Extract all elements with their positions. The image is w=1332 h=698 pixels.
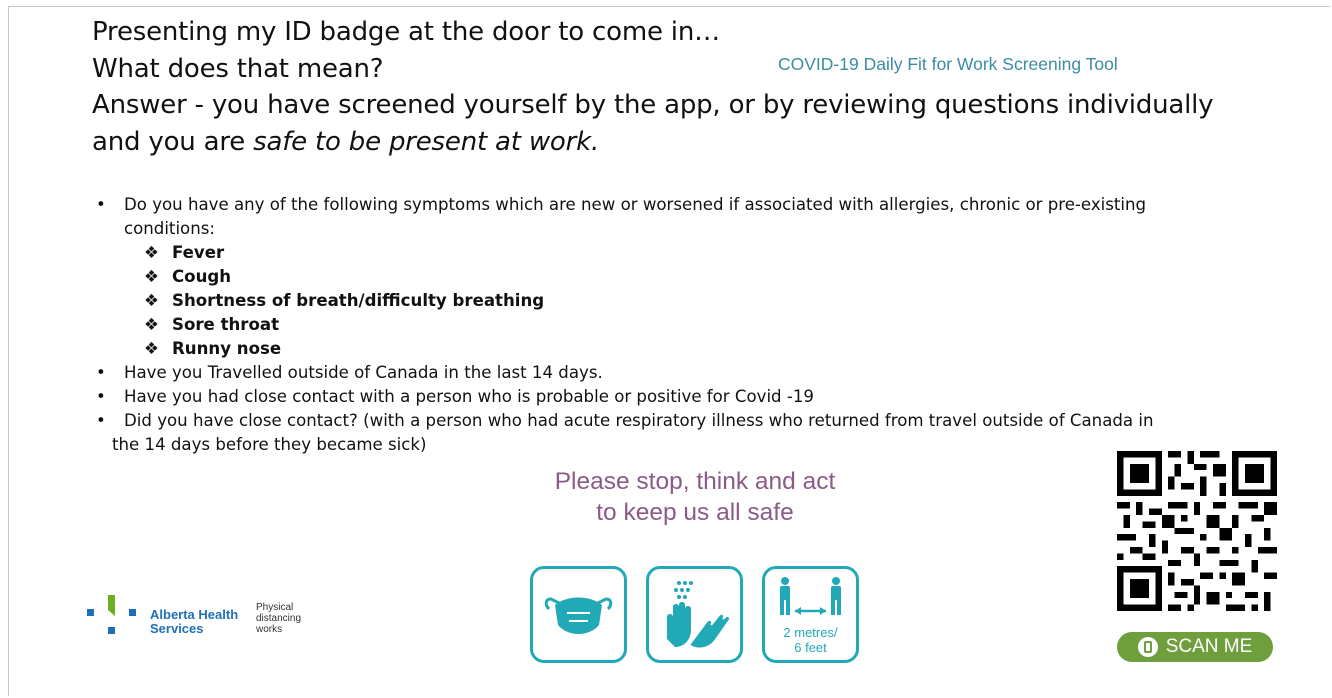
- question-text: Have you had close contact with a person…: [124, 387, 814, 406]
- bullet: •: [96, 387, 106, 406]
- heading-line-3: Answer - you have screened yourself by t…: [92, 90, 1214, 120]
- question-text: Do you have any of the following symptom…: [124, 195, 1147, 214]
- face-mask-icon: [530, 566, 627, 663]
- heading-line-4-plain: and you are: [92, 126, 254, 157]
- question-text-continued: the 14 days before they became sick): [112, 435, 427, 454]
- question-contact-positive: • Have you had close contact with a pers…: [96, 385, 1256, 409]
- qr-code-icon[interactable]: [1117, 451, 1277, 611]
- diamond-bullet-icon: ❖: [144, 291, 159, 310]
- diamond-bullet-icon: ❖: [144, 243, 159, 262]
- scan-me-label: SCAN ME: [1165, 636, 1253, 657]
- heading-line-1: Presenting my ID badge at the door to co…: [92, 17, 720, 47]
- diamond-bullet-icon: ❖: [144, 267, 159, 286]
- diamond-bullet-icon: ❖: [144, 315, 159, 334]
- question-contact-travel: • Did you have close contact? (with a pe…: [96, 409, 1256, 457]
- symptom-item: ❖ Fever: [144, 241, 1256, 265]
- slogan-line-2: to keep us all safe: [596, 499, 794, 526]
- bullet: •: [96, 363, 106, 382]
- question-text: Have you Travelled outside of Canada in …: [124, 363, 603, 382]
- organization-tagline: Physical distancing works: [256, 602, 302, 635]
- screening-questions: • Do you have any of the following sympt…: [96, 193, 1256, 457]
- organization-name: Alberta Health Services: [150, 607, 239, 636]
- slide-heading: Presenting my ID badge at the door to co…: [92, 14, 1272, 160]
- distance-label-1: 2 metres/: [783, 625, 838, 640]
- heading-line-4: and you are safe to be present at work.: [92, 124, 1272, 161]
- symptom-list: ❖ Fever ❖ Cough ❖ Shortness of breath/diffi…: [144, 241, 1256, 361]
- physical-distance-icon: 2 metres/ 6 feet: [762, 566, 859, 663]
- phone-icon: [1137, 637, 1158, 657]
- scan-me-button[interactable]: SCAN ME: [1117, 632, 1273, 662]
- symptom-item: ❖ Runny nose: [144, 337, 1256, 361]
- safety-slogan: Please stop, think and act to keep us al…: [520, 466, 870, 528]
- screening-tool-title: COVID-19 Daily Fit for Work Screening To…: [778, 54, 1118, 74]
- question-travel: • Have you Travelled outside of Canada i…: [96, 361, 1256, 385]
- heading-line-4-italic: safe to be present at work.: [253, 126, 600, 157]
- bullet: •: [96, 195, 106, 214]
- distance-label-2: 6 feet: [794, 640, 827, 655]
- question-text-continued: conditions:: [124, 219, 215, 238]
- symptom-item: ❖ Shortness of breath/difficulty breathin…: [144, 289, 1256, 313]
- question-symptoms: • Do you have any of the following sympt…: [96, 193, 1256, 241]
- symptom-item: ❖ Sore throat: [144, 313, 1256, 337]
- slogan-line-1: Please stop, think and act: [554, 468, 836, 495]
- question-text: Did you have close contact? (with a pers…: [124, 411, 1154, 430]
- diamond-bullet-icon: ❖: [144, 339, 159, 358]
- bullet: •: [96, 411, 106, 430]
- symptom-item: ❖ Cough: [144, 265, 1256, 289]
- hand-washing-icon: [646, 566, 743, 663]
